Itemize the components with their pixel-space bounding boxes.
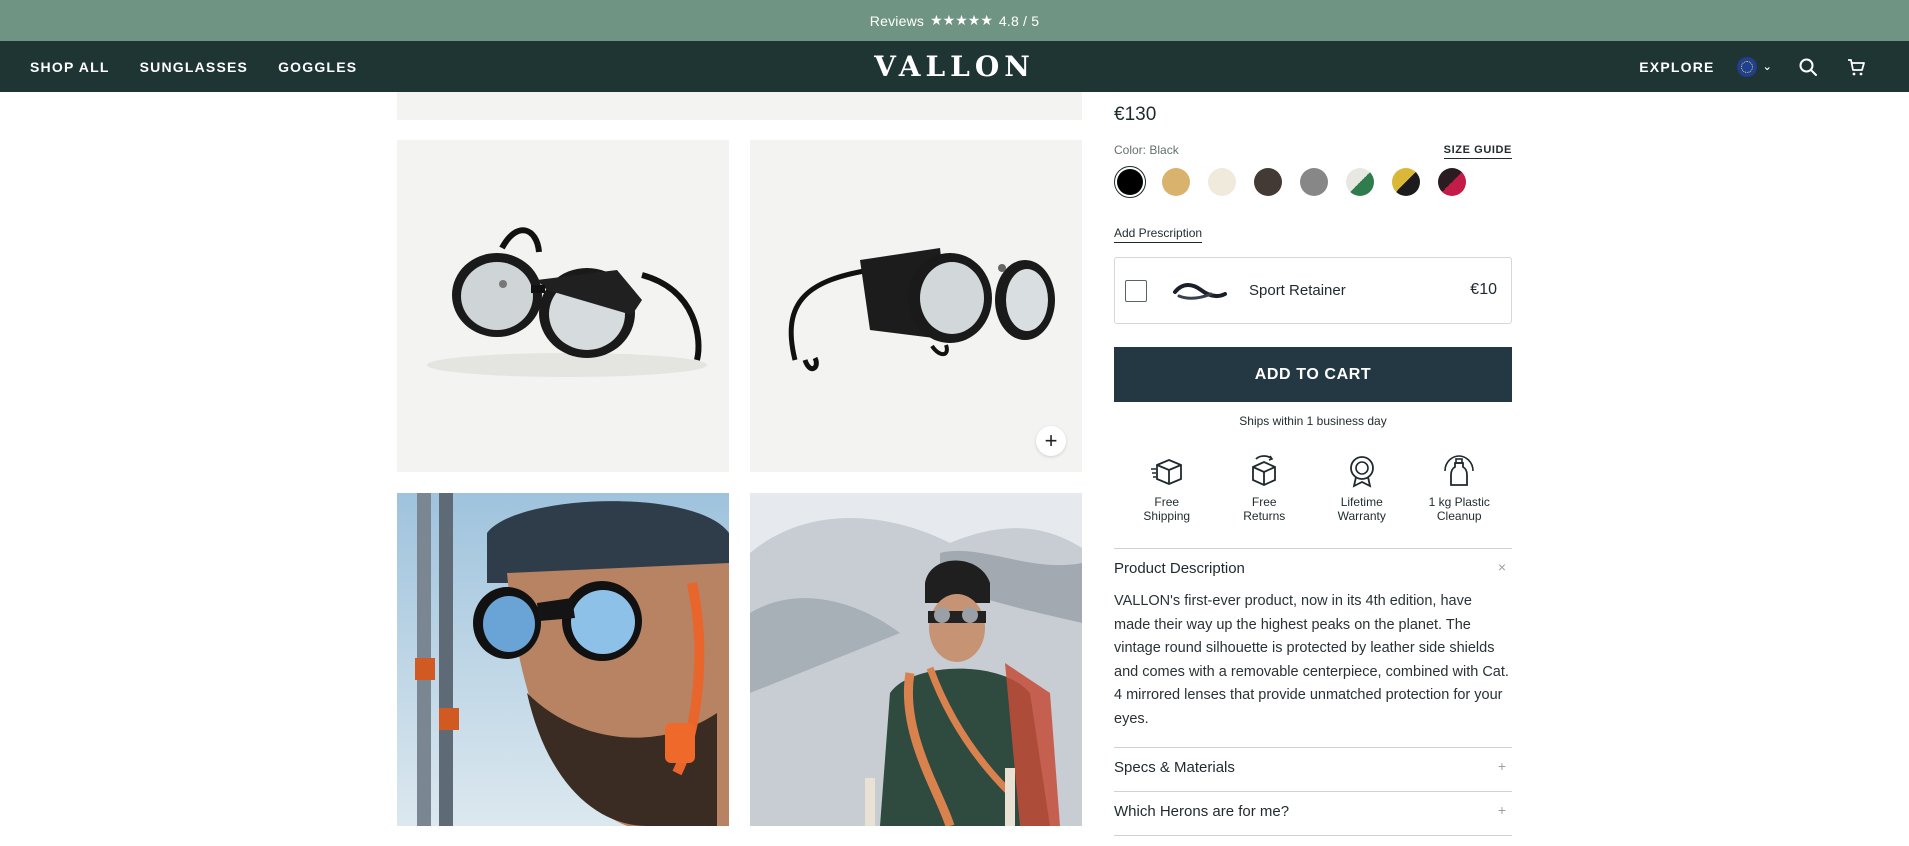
nav-link-sunglasses[interactable]: SUNGLASSES <box>140 59 248 75</box>
rating-stars-icon: ★★★★★ <box>930 12 993 28</box>
sport-retainer-icon <box>1173 283 1227 300</box>
lifestyle-image-mountaineer[interactable] <box>750 493 1082 826</box>
product-image-side[interactable]: + <box>750 140 1082 472</box>
addon-checkbox[interactable] <box>1125 280 1147 302</box>
swatch-black-red[interactable] <box>1436 166 1468 198</box>
brand-logo[interactable]: VALLON <box>854 41 1055 92</box>
main-nav: SHOP ALL SUNGLASSES GOGGLES VALLON EXPLO… <box>0 41 1909 92</box>
close-icon[interactable]: × <box>1498 559 1506 575</box>
returns-box-icon <box>1252 455 1277 486</box>
nav-link-goggles[interactable]: GOGGLES <box>278 59 357 75</box>
reviews-label: Reviews <box>869 12 925 29</box>
plastic-cleanup-icon <box>1444 455 1475 486</box>
accordion-divider <box>1114 791 1512 792</box>
swatch-grey[interactable] <box>1298 166 1330 198</box>
nav-link-shop-all[interactable]: SHOP ALL <box>30 59 110 75</box>
rating-value: 4.8 / 5 <box>998 12 1040 29</box>
benefit-label: 1 kg Plastic Cleanup <box>1428 495 1490 523</box>
benefit-free-returns: Free Returns <box>1219 453 1309 523</box>
color-value: Black <box>1149 143 1179 157</box>
swatch-tan[interactable] <box>1160 166 1192 198</box>
product-description-text: VALLON's first-ever product, now in its … <box>1114 593 1509 727</box>
swatch-cream[interactable] <box>1206 166 1238 198</box>
benefit-plastic-cleanup: 1 kg Plastic Cleanup <box>1414 453 1504 523</box>
cart-icon[interactable] <box>1843 54 1869 80</box>
benefit-free-shipping: Free Shipping <box>1122 453 1212 523</box>
region-selector[interactable]: ⌄ <box>1736 56 1773 77</box>
accordion-divider <box>1114 835 1512 836</box>
warranty-badge-icon <box>1349 456 1374 488</box>
benefit-label: Lifetime Warranty <box>1337 495 1386 523</box>
add-prescription-link[interactable]: Add Prescription <box>1114 226 1203 243</box>
plus-icon[interactable]: + <box>1498 758 1506 774</box>
nav-link-explore[interactable]: EXPLORE <box>1639 59 1714 75</box>
previous-image-edge <box>397 92 1082 120</box>
plus-icon[interactable]: + <box>1498 802 1506 818</box>
zoom-button[interactable]: + <box>1036 426 1066 456</box>
benefits-row: Free Shipping Free Returns Lifetime Warr… <box>1114 453 1512 523</box>
benefit-label: Free Shipping <box>1143 495 1191 523</box>
chevron-down-icon: ⌄ <box>1762 61 1773 73</box>
addon-price: €10 <box>1470 281 1497 298</box>
color-swatches <box>1114 166 1468 198</box>
accordion-divider <box>1114 747 1512 748</box>
shipping-note: Ships within 1 business day <box>1239 414 1387 428</box>
benefit-label: Free Returns <box>1243 495 1286 523</box>
product-image-front[interactable] <box>397 140 729 472</box>
benefit-lifetime-warranty: Lifetime Warranty <box>1317 453 1407 523</box>
accordion-divider <box>1114 548 1512 549</box>
addon-name: Sport Retainer <box>1249 282 1346 299</box>
color-label: Color: <box>1114 143 1147 157</box>
lifestyle-image-climber-closeup[interactable] <box>397 493 729 826</box>
accordion-specs-materials[interactable]: Specs & Materials <box>1114 759 1235 776</box>
add-to-cart-button[interactable]: ADD TO CART <box>1114 347 1512 402</box>
swatch-black-yellow[interactable] <box>1390 166 1422 198</box>
addon-sport-retainer[interactable]: Sport Retainer €10 <box>1114 257 1512 324</box>
size-guide-link[interactable]: SIZE GUIDE <box>1443 144 1512 159</box>
search-icon[interactable] <box>1795 54 1821 80</box>
reviews-bar[interactable]: Reviews ★★★★★ 4.8 / 5 <box>0 0 1909 41</box>
accordion-product-description[interactable]: Product Description <box>1114 560 1245 577</box>
product-price: €130 <box>1114 104 1157 125</box>
swatch-dark-brown[interactable] <box>1252 166 1284 198</box>
eu-flag-icon <box>1736 56 1757 77</box>
accordion-which-herons[interactable]: Which Herons are for me? <box>1114 803 1289 820</box>
shipping-box-icon <box>1150 459 1182 485</box>
swatch-white-green[interactable] <box>1344 166 1376 198</box>
swatch-black[interactable] <box>1114 166 1146 198</box>
